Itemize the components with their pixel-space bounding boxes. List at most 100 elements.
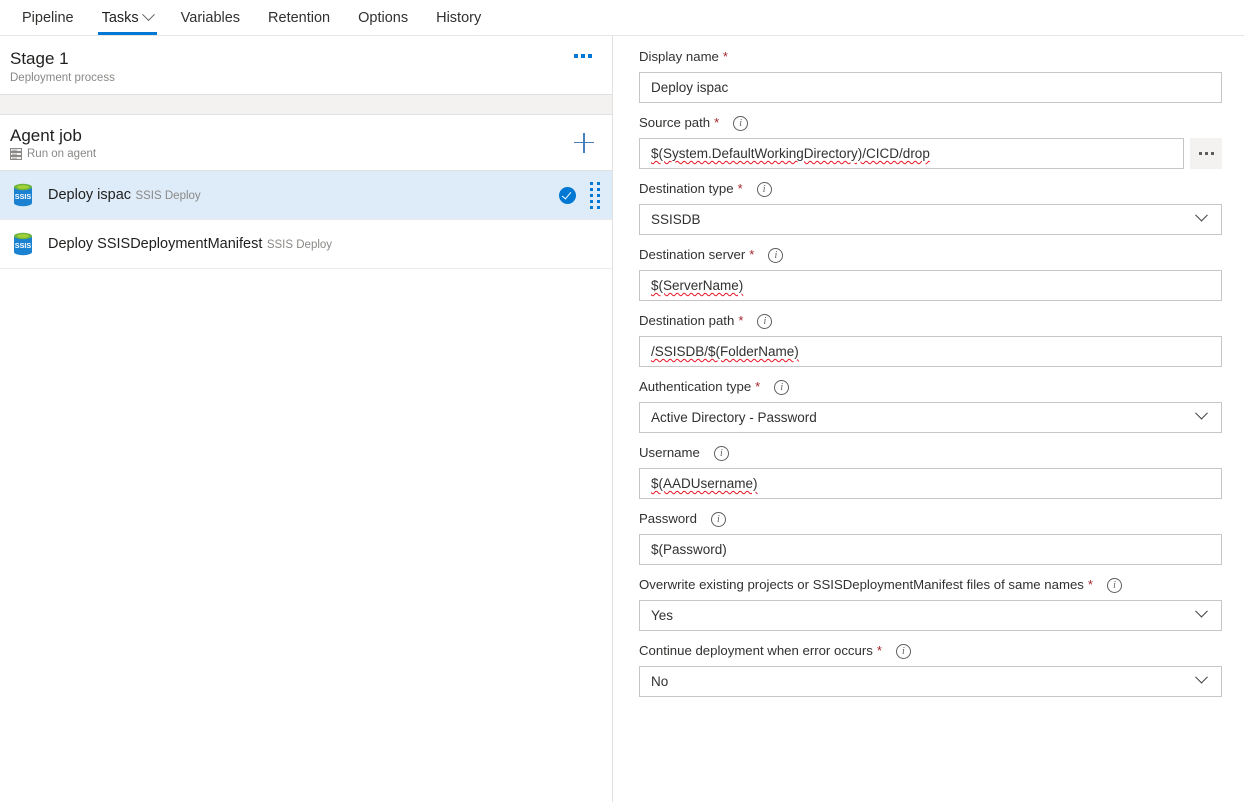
chevron-down-icon [1195,605,1208,618]
source-path-browse-button[interactable] [1190,138,1222,169]
dot [588,54,592,58]
required-asterisk: * [1088,576,1093,594]
field-label-row: Authentication type * i [639,378,1222,396]
destination-path-input[interactable]: /SSISDB/$(FolderName) [639,336,1222,367]
required-asterisk: * [723,48,728,66]
svg-text:SSIS: SSIS [15,192,32,201]
task-subtitle: SSIS Deploy [267,239,332,251]
field-label: Destination server [639,246,745,264]
field-label: Display name [639,48,719,66]
tab-variables[interactable]: Variables [167,0,254,35]
svg-text:SSIS: SSIS [15,241,32,250]
field-label: Destination path [639,312,734,330]
selected-value: Yes [651,608,673,623]
tab-label: Options [358,10,408,26]
chevron-down-icon [1195,671,1208,684]
info-icon[interactable]: i [714,446,729,461]
input-row: $(Password) [639,534,1222,565]
field-label: Overwrite existing projects or SSISDeplo… [639,576,1084,594]
info-icon[interactable]: i [711,512,726,527]
field-label-row: Overwrite existing projects or SSISDeplo… [639,576,1222,594]
input-row: Deploy ispac [639,72,1222,103]
primary-tab-bar: Pipeline Tasks Variables Retention Optio… [0,0,1244,36]
dot [590,206,593,209]
main-split: Stage 1 Deployment process Agent job [0,36,1244,802]
password-input[interactable]: $(Password) [639,534,1222,565]
task-item-deploy-ispac[interactable]: SSIS Deploy ispac SSIS Deploy [0,171,612,220]
continue-on-error-select[interactable]: No [639,666,1222,697]
dot [581,54,585,58]
task-tree-panel: Stage 1 Deployment process Agent job [0,36,613,802]
info-icon[interactable]: i [757,182,772,197]
info-icon[interactable]: i [774,380,789,395]
dot [590,182,593,185]
dot [574,54,578,58]
task-settings-form: Display name * Deploy ispac Source path … [613,36,1244,802]
task-name: Deploy SSISDeploymentManifest [48,236,262,252]
stage-title: Stage 1 [10,48,115,69]
input-row: $(ServerName) [639,270,1222,301]
tab-label: Variables [181,10,240,26]
info-icon[interactable]: i [896,644,911,659]
info-icon[interactable]: i [768,248,783,263]
required-asterisk: * [738,180,743,198]
destination-path-value: /SSISDB/$(FolderName) [651,344,799,359]
field-continue-on-error: Continue deployment when error occurs * … [639,642,1222,697]
drag-handle-icon[interactable] [590,182,600,209]
username-input[interactable]: $(AADUsername) [639,468,1222,499]
field-label-row: Source path * i [639,114,1222,132]
field-label: Password [639,510,697,528]
agent-job-title: Agent job [10,126,96,146]
agent-job-header[interactable]: Agent job Run on agent [0,115,612,171]
chevron-down-icon [142,8,155,21]
dot [597,206,600,209]
selected-value: No [651,674,668,689]
field-destination-server: Destination server * i $(ServerName) [639,246,1222,301]
info-icon[interactable]: i [1107,578,1122,593]
input-row: $(AADUsername) [639,468,1222,499]
input-row: /SSISDB/$(FolderName) [639,336,1222,367]
dot [1205,152,1208,155]
tab-tasks[interactable]: Tasks [88,0,167,35]
ssis-database-icon: SSIS [10,231,36,257]
display-name-input[interactable]: Deploy ispac [639,72,1222,103]
field-destination-path: Destination path * i /SSISDB/$(FolderNam… [639,312,1222,367]
required-asterisk: * [714,114,719,132]
dot [590,194,593,197]
dot [597,194,600,197]
tab-options[interactable]: Options [344,0,422,35]
field-display-name: Display name * Deploy ispac [639,48,1222,103]
required-asterisk: * [749,246,754,264]
destination-server-value: $(ServerName) [651,278,743,293]
field-label: Destination type [639,180,734,198]
tab-pipeline[interactable]: Pipeline [8,0,88,35]
tab-history[interactable]: History [422,0,495,35]
destination-server-input[interactable]: $(ServerName) [639,270,1222,301]
authentication-type-select[interactable]: Active Directory - Password [639,402,1222,433]
field-password: Password i $(Password) [639,510,1222,565]
job-text-block: Agent job Run on agent [10,126,96,160]
task-name: Deploy ispac [48,187,131,203]
dot [1199,152,1202,155]
overwrite-existing-select[interactable]: Yes [639,600,1222,631]
tab-label: Retention [268,10,330,26]
info-icon[interactable]: i [757,314,772,329]
task-item-deploy-ssisdeploymentmanifest[interactable]: SSIS Deploy SSISDeploymentManifest SSIS … [0,220,612,269]
add-task-button[interactable] [570,129,598,157]
dot [590,200,593,203]
ssis-database-icon: SSIS [10,182,36,208]
task-subtitle: SSIS Deploy [135,190,200,202]
required-asterisk: * [877,642,882,660]
info-icon[interactable]: i [733,116,748,131]
tab-retention[interactable]: Retention [254,0,344,35]
field-username: Username i $(AADUsername) [639,444,1222,499]
agent-job-subtitle-row: Run on agent [10,148,96,160]
source-path-input[interactable]: $(System.DefaultWorkingDirectory)/CICD/d… [639,138,1184,169]
stage-header[interactable]: Stage 1 Deployment process [0,36,612,95]
ellipsis-icon[interactable] [570,48,596,64]
destination-type-select[interactable]: SSISDB [639,204,1222,235]
field-label-row: Destination path * i [639,312,1222,330]
field-source-path: Source path * i $(System.DefaultWorkingD… [639,114,1222,169]
stage-subtitle: Deployment process [10,72,115,84]
agent-job-subtitle: Run on agent [27,148,96,160]
